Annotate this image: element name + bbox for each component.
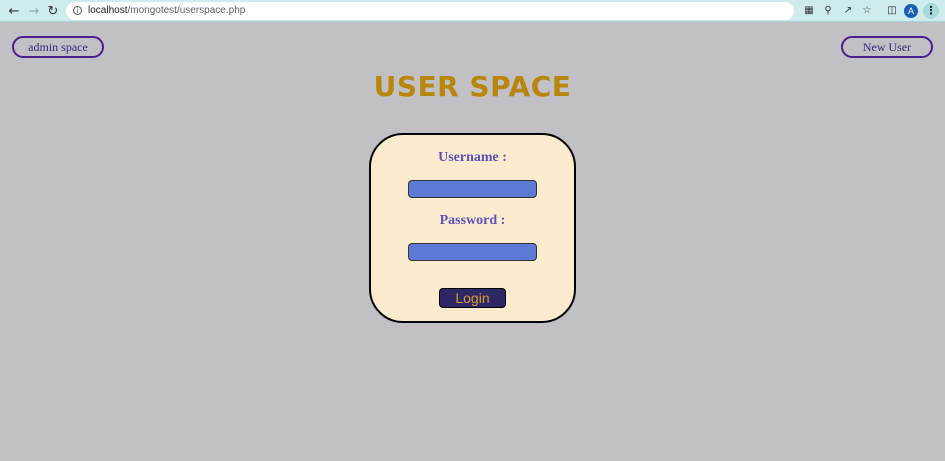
share-icon[interactable]: ↗ [841,4,855,18]
password-input[interactable] [408,243,537,261]
star-icon[interactable]: ☆ [860,4,874,18]
page-title: USER SPACE [373,70,572,103]
url-host: localhost [88,5,128,16]
url-path: /mongotest/userspace.php [127,5,246,16]
side-panel-icon[interactable]: ◫ [885,4,899,18]
kebab-menu-icon[interactable]: ⋮ [923,3,939,19]
admin-space-button[interactable]: admin space [12,36,104,58]
new-user-button[interactable]: New User [841,36,933,58]
forward-arrow-icon[interactable]: → [26,3,42,19]
password-label: Password : [439,213,506,228]
address-bar[interactable]: i localhost/mongotest/userspace.php [66,2,794,20]
translate-icon[interactable]: ▦ [802,4,816,18]
info-icon[interactable]: i [73,6,82,15]
back-arrow-icon[interactable]: ← [6,3,22,19]
zoom-icon[interactable]: ⚲ [821,4,835,18]
login-card: Username : Password : Login [369,133,576,323]
profile-avatar[interactable]: A [904,4,918,18]
reload-icon[interactable]: ↻ [45,3,61,19]
username-label: Username : [438,150,507,165]
username-input[interactable] [408,180,537,198]
browser-toolbar: ← → ↻ i localhost/mongotest/userspace.ph… [0,0,945,22]
login-button[interactable]: Login [439,288,506,308]
